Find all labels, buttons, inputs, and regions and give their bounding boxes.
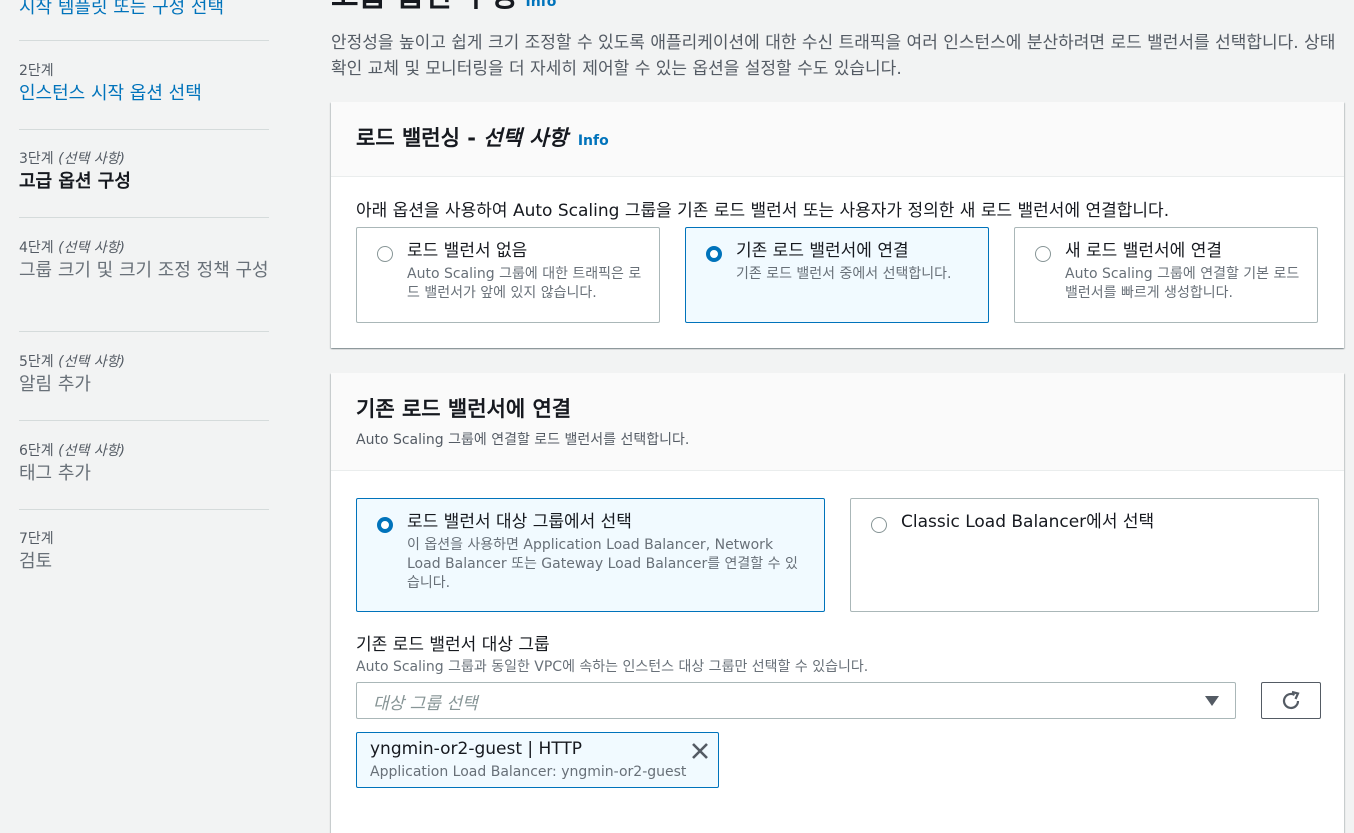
step-1-title[interactable]: 시작 템플릿 또는 구성 선택 — [19, 0, 269, 20]
step-4-title: 그룹 크기 및 크기 조정 정책 구성 — [19, 260, 269, 281]
option-description: Auto Scaling 그룹에 연결할 기본 로드 밸런서를 빠르게 생성합니… — [1065, 266, 1300, 301]
load-balancing-intro: 아래 옵션을 사용하여 Auto Scaling 그룹을 기존 로드 밸런서 또… — [356, 201, 1170, 221]
target-group-select[interactable]: 대상 그룹 선택 — [356, 682, 1236, 719]
radio-icon[interactable] — [377, 517, 393, 533]
step-2-title[interactable]: 인스턴스 시작 옵션 선택 — [19, 82, 269, 106]
option-title: 로드 밸런서 없음 — [407, 241, 528, 261]
attach-existing-title: 기존 로드 밸런서에 연결 — [356, 397, 572, 421]
option-new-load-balancer[interactable]: 새 로드 밸런서에 연결 Auto Scaling 그룹에 연결할 기본 로드 … — [1014, 227, 1318, 323]
radio-icon[interactable] — [377, 246, 393, 262]
refresh-icon — [1282, 690, 1300, 710]
divider — [19, 331, 269, 332]
step-2-number: 2단계 — [19, 63, 54, 79]
step-7-number: 7단계 — [19, 531, 54, 547]
divider — [19, 217, 269, 218]
attach-existing-panel: 기존 로드 밸런서에 연결 Auto Scaling 그룹에 연결할 로드 밸런… — [331, 373, 1344, 833]
sidebar-step-5: 5단계 (선택 사항) 알림 추가 — [19, 353, 269, 397]
token-name: yngmin-or2-guest | HTTP — [370, 739, 583, 759]
step-3-number: 3단계 (선택 사항) — [19, 151, 126, 167]
sidebar-step-1[interactable]: 시작 템플릿 또는 구성 선택 — [19, 0, 269, 20]
divider — [19, 420, 269, 421]
divider — [19, 129, 269, 130]
option-description: 이 옵션을 사용하면 Application Load Balancer, Ne… — [407, 537, 798, 591]
option-title: 기존 로드 밸런서에 연결 — [736, 241, 909, 261]
radio-icon[interactable] — [871, 517, 887, 533]
page-description: 안정성을 높이고 쉽게 크기 조정할 수 있도록 애플리케이션에 대한 수신 트… — [331, 33, 1336, 79]
page-info-link[interactable]: Info — [526, 0, 557, 10]
step-6-number: 6단계 (선택 사항) — [19, 443, 126, 459]
sidebar-step-7: 7단계 검토 — [19, 530, 269, 574]
step-5-title: 알림 추가 — [19, 374, 91, 395]
option-classic-load-balancer[interactable]: Classic Load Balancer에서 선택 — [850, 498, 1319, 612]
divider — [19, 509, 269, 510]
load-balancing-panel: 로드 밸런싱 - 선택 사항 Info 아래 옵션을 사용하여 Auto Scal… — [331, 102, 1344, 348]
sidebar-step-2[interactable]: 2단계 인스턴스 시작 옵션 선택 — [19, 62, 269, 106]
refresh-button[interactable] — [1261, 682, 1321, 719]
sidebar-step-3: 3단계 (선택 사항) 고급 옵션 구성 — [19, 150, 269, 194]
attach-existing-subtitle: Auto Scaling 그룹에 연결할 로드 밸런서를 선택합니다. — [356, 432, 690, 448]
step-4-number: 4단계 (선택 사항) — [19, 240, 126, 256]
load-balancing-info-link[interactable]: Info — [578, 133, 609, 149]
caret-down-icon — [1205, 696, 1219, 706]
option-target-group[interactable]: 로드 밸런서 대상 그룹에서 선택 이 옵션을 사용하면 Application… — [356, 498, 825, 612]
attach-existing-header: 기존 로드 밸런서에 연결 Auto Scaling 그룹에 연결할 로드 밸런… — [331, 373, 1344, 471]
option-title: 로드 밸런서 대상 그룹에서 선택 — [407, 512, 632, 532]
step-7-title: 검토 — [19, 551, 53, 572]
option-existing-load-balancer[interactable]: 기존 로드 밸런서에 연결 기존 로드 밸런서 중에서 선택합니다. — [685, 227, 989, 323]
option-title: Classic Load Balancer에서 선택 — [901, 512, 1155, 532]
dismiss-button[interactable] — [690, 741, 710, 765]
step-3-title: 고급 옵션 구성 — [19, 171, 131, 192]
dismiss-icon — [692, 743, 708, 759]
wizard-sidebar: 시작 템플릿 또는 구성 선택 2단계 인스턴스 시작 옵션 선택 3단계 (선… — [0, 0, 290, 813]
option-title: 새 로드 밸런서에 연결 — [1065, 241, 1222, 261]
radio-icon[interactable] — [1035, 246, 1051, 262]
radio-icon[interactable] — [706, 246, 722, 262]
load-balancing-title: 로드 밸런싱 - 선택 사항 Info — [356, 126, 609, 150]
option-description: 기존 로드 밸런서 중에서 선택합니다. — [736, 266, 952, 282]
step-5-number: 5단계 (선택 사항) — [19, 354, 126, 370]
token-detail: Application Load Balancer: yngmin-or2-gu… — [370, 764, 687, 780]
load-balancing-header: 로드 밸런싱 - 선택 사항 Info — [331, 102, 1344, 177]
step-6-title: 태그 추가 — [19, 463, 91, 484]
select-placeholder: 대상 그룹 선택 — [373, 694, 478, 714]
page-title: 고급 옵션 구성 Info — [331, 0, 556, 17]
option-no-load-balancer[interactable]: 로드 밸런서 없음 Auto Scaling 그룹에 대한 트래픽은 로드 밸런… — [356, 227, 660, 323]
sidebar-step-4: 4단계 (선택 사항) 그룹 크기 및 크기 조정 정책 구성 — [19, 239, 269, 283]
divider — [19, 40, 269, 41]
option-description: Auto Scaling 그룹에 대한 트래픽은 로드 밸런서가 앞에 있지 않… — [407, 266, 642, 301]
target-group-description: Auto Scaling 그룹과 동일한 VPC에 속하는 인스턴스 대상 그룹… — [356, 659, 869, 675]
sidebar-step-6: 6단계 (선택 사항) 태그 추가 — [19, 442, 269, 486]
page-title-text: 고급 옵션 구성 — [331, 0, 518, 14]
target-group-label: 기존 로드 밸런서 대상 그룹 — [356, 635, 550, 655]
selected-target-group-token: yngmin-or2-guest | HTTP Application Load… — [356, 732, 719, 788]
